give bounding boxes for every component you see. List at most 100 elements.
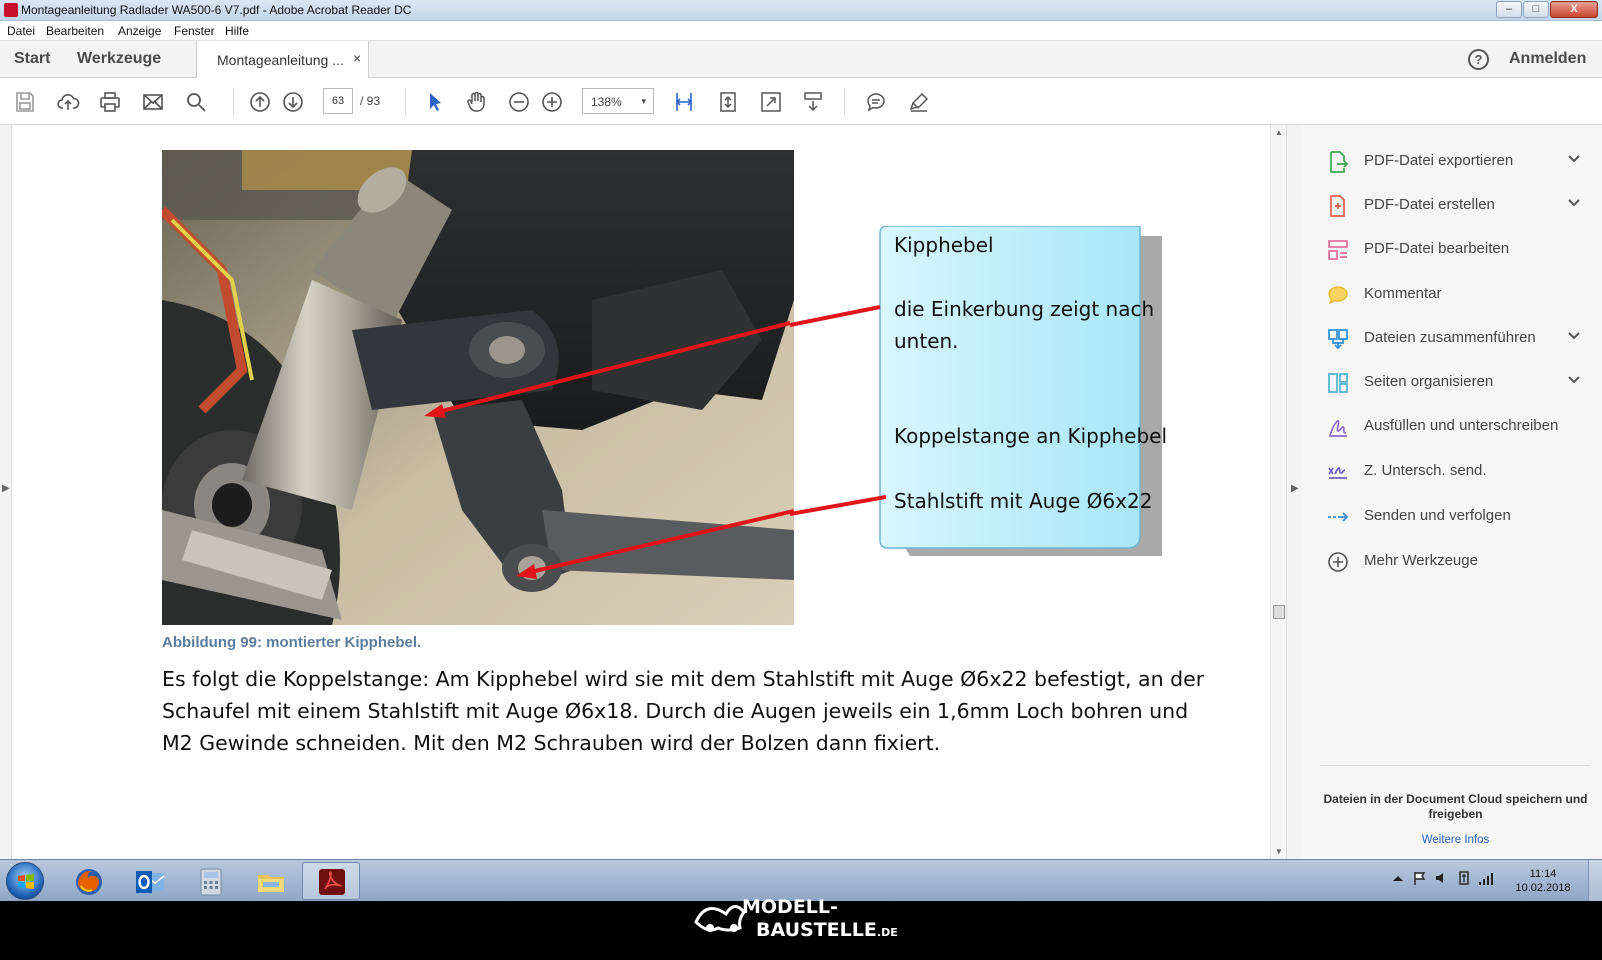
clock-time: 11:14	[1529, 868, 1557, 880]
body-text-line: M2 Gewinde schneiden. Mit den M2 Schraub…	[162, 731, 941, 755]
zoom-dropdown[interactable]: 138% ▾	[582, 88, 654, 114]
volume-icon[interactable]	[1434, 870, 1450, 886]
chevron-down-icon[interactable]	[1567, 196, 1581, 210]
close-window-button[interactable]: X	[1550, 1, 1598, 18]
callout-line: Stahlstift mit Auge Ø6x22	[894, 489, 1153, 513]
network-signal-icon[interactable]	[1478, 870, 1494, 886]
minimize-button[interactable]: ‒	[1496, 1, 1522, 18]
tool-label: Seiten organisieren	[1364, 373, 1494, 390]
tool-label: Z. Untersch. send.	[1364, 462, 1487, 479]
tab-tools[interactable]: Werkzeuge	[77, 50, 161, 68]
tool-fill-sign[interactable]: Ausfüllen und unterschreiben	[1302, 408, 1602, 444]
taskbar-outlook[interactable]	[120, 862, 178, 900]
power-icon[interactable]	[1456, 870, 1472, 886]
tab-document[interactable]: Montageanleitung ... ×	[196, 41, 369, 78]
zoom-value: 138%	[591, 95, 622, 109]
comment-icon	[1328, 286, 1348, 305]
taskbar-explorer[interactable]	[241, 862, 299, 900]
pane-divider	[1320, 765, 1590, 766]
tool-export-pdf[interactable]: PDF-Datei exportieren	[1302, 143, 1602, 179]
tool-send-for-signature[interactable]: Z. Untersch. send.	[1302, 453, 1602, 489]
highlight-pen-icon[interactable]	[904, 87, 934, 117]
close-tab-icon[interactable]: ×	[353, 50, 361, 66]
left-panel-edge: ▶	[0, 125, 12, 859]
maximize-button[interactable]: □	[1523, 1, 1549, 18]
show-desktop-button[interactable]	[1588, 860, 1602, 902]
modell-baustelle-watermark: MODELL- BAUSTELLE .DE	[694, 896, 898, 941]
print-icon[interactable]	[95, 87, 125, 117]
zoom-in-icon[interactable]	[537, 87, 567, 117]
vertical-scrollbar[interactable]: ▲ ▼	[1270, 125, 1286, 859]
menu-view[interactable]: Anzeige	[118, 24, 161, 38]
tool-more-tools[interactable]: Mehr Werkzeuge	[1302, 543, 1602, 579]
chevron-down-icon: ▾	[641, 96, 646, 106]
export-pdf-icon	[1330, 151, 1349, 173]
email-icon[interactable]	[138, 87, 168, 117]
full-screen-icon[interactable]	[756, 87, 786, 117]
kipphebel-photo	[162, 150, 794, 625]
tool-label: PDF-Datei bearbeiten	[1364, 240, 1510, 257]
select-cursor-icon[interactable]	[420, 87, 450, 117]
scroll-up-icon[interactable]: ▲	[1275, 128, 1283, 137]
collapse-pane-icon[interactable]: ▶	[1291, 483, 1299, 494]
tool-comment[interactable]: Kommentar	[1302, 276, 1602, 312]
document-tab-label: Montageanleitung ...	[217, 52, 344, 68]
tool-edit-pdf[interactable]: PDF-Datei bearbeiten	[1302, 231, 1602, 267]
taskbar-acrobat[interactable]	[302, 862, 360, 900]
chevron-down-icon[interactable]	[1567, 329, 1581, 343]
window-title: Montageanleitung Radlader WA500-6 V7.pdf…	[21, 3, 412, 17]
send-for-signature-icon	[1328, 467, 1347, 479]
show-hidden-icons-icon[interactable]	[1390, 870, 1406, 886]
hand-tool-icon[interactable]	[461, 87, 491, 117]
callout-line: Koppelstange an Kipphebel	[894, 424, 1168, 448]
tools-pane-toggle[interactable]: ▶	[1286, 125, 1302, 859]
tool-organize-pages[interactable]: Seiten organisieren	[1302, 364, 1602, 400]
menu-edit[interactable]: Bearbeiten	[46, 24, 104, 38]
action-center-flag-icon[interactable]	[1412, 870, 1428, 886]
watermark-line-1: MODELL-	[742, 896, 838, 918]
menu-file[interactable]: Datei	[7, 24, 35, 38]
taskbar-calculator[interactable]	[181, 862, 239, 900]
next-page-icon[interactable]	[278, 87, 308, 117]
tools-pane: PDF-Datei exportieren PDF-Datei erstelle…	[1302, 125, 1602, 859]
start-button[interactable]	[6, 862, 44, 900]
tool-create-pdf[interactable]: PDF-Datei erstellen	[1302, 187, 1602, 223]
scroll-down-icon[interactable]: ▼	[1275, 847, 1283, 856]
menu-window[interactable]: Fenster	[174, 24, 215, 38]
tool-send-track[interactable]: Senden und verfolgen	[1302, 498, 1602, 534]
fit-page-icon[interactable]	[713, 87, 743, 117]
scrollbar-thumb[interactable]	[1273, 605, 1285, 619]
windows-logo-icon	[18, 874, 34, 889]
callout-line: die Einkerbung zeigt nach	[894, 297, 1155, 321]
more-info-link[interactable]: Weitere Infos	[1318, 834, 1593, 846]
screen: Montageanleitung Radlader WA500-6 V7.pdf…	[0, 0, 1602, 960]
menu-help[interactable]: Hilfe	[225, 24, 249, 38]
previous-page-icon[interactable]	[245, 87, 275, 117]
search-icon[interactable]	[181, 87, 211, 117]
tab-home[interactable]: Start	[14, 50, 50, 68]
body-text-line: Es folgt die Koppelstange: Am Kipphebel …	[162, 667, 1205, 691]
comment-icon[interactable]	[861, 87, 891, 117]
chevron-down-icon[interactable]	[1567, 373, 1581, 387]
page-number-input[interactable]: 63	[323, 88, 353, 114]
callout-title: Kipphebel	[894, 233, 994, 257]
tool-combine-files[interactable]: Dateien zusammenführen	[1302, 320, 1602, 356]
upload-cloud-icon[interactable]	[53, 87, 83, 117]
chevron-down-icon[interactable]	[1567, 152, 1581, 166]
system-clock[interactable]: 11:14 10.02.2018	[1508, 867, 1578, 895]
fit-width-icon[interactable]	[669, 87, 699, 117]
zoom-out-icon[interactable]	[504, 87, 534, 117]
acrobat-app-icon	[4, 3, 18, 17]
tool-label: PDF-Datei exportieren	[1364, 152, 1514, 169]
scroll-mode-icon[interactable]	[798, 87, 828, 117]
fill-sign-icon	[1329, 420, 1347, 437]
expand-left-panel-icon[interactable]: ▶	[2, 483, 10, 494]
help-icon[interactable]: ?	[1468, 49, 1489, 70]
sign-in-button[interactable]: Anmelden	[1509, 50, 1586, 68]
watermark-line-2: BAUSTELLE	[756, 919, 877, 941]
figure-caption: Abbildung 99: montierter Kipphebel.	[162, 634, 422, 651]
document-view[interactable]: ▶ Kipphebel die Einkerbung zeigt nach un…	[0, 125, 1302, 859]
taskbar-firefox[interactable]	[59, 862, 117, 900]
body-text-line: Schaufel mit einem Stahlstift mit Auge Ø…	[162, 699, 1189, 723]
save-icon[interactable]	[10, 87, 40, 117]
